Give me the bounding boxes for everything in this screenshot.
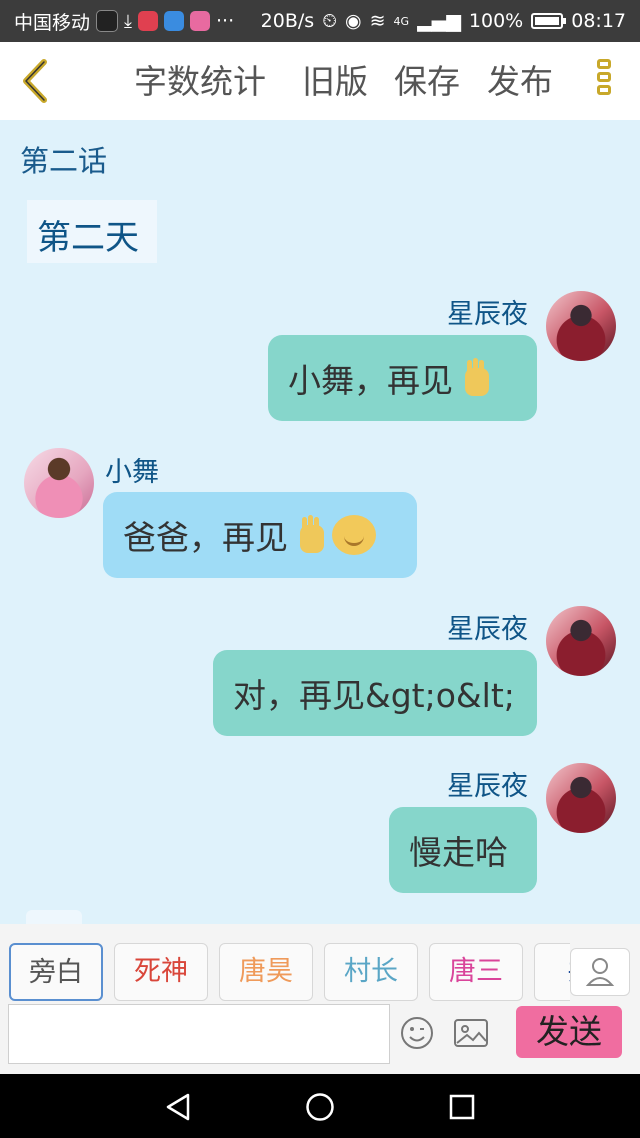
browser-app-icon — [163, 11, 184, 31]
character-button[interactable]: 死神 — [114, 943, 208, 1001]
wave-hand-icon — [294, 515, 328, 555]
avatar[interactable] — [546, 606, 616, 676]
status-right: 20B/s ⏲ ◉ ≋ 4G ▂▄▆ 100% 08:17 — [261, 0, 626, 42]
more-notifications: ··· — [215, 10, 235, 32]
nav-back-icon[interactable] — [164, 1092, 192, 1122]
status-bar: 中国移动 ⤓ ··· 20B/s ⏲ ◉ ≋ 4G ▂▄▆ 100% 08:17 — [0, 0, 640, 42]
message-text: 慢走哈 — [409, 833, 508, 872]
video-app-icon — [189, 11, 210, 31]
eye-icon: ◉ — [345, 10, 362, 32]
character-button[interactable]: 旁白 — [9, 943, 103, 1001]
partial-day-box — [26, 910, 82, 924]
add-character-button[interactable] — [570, 948, 630, 996]
chat-bubble[interactable]: 对，再见&gt;o&lt; — [213, 650, 537, 736]
publish-button[interactable]: 发布 — [487, 62, 553, 102]
battery-icon — [531, 13, 567, 29]
character-label: 死神 — [134, 956, 188, 987]
message-text: 小舞，再见 — [288, 361, 453, 400]
chat-bubble[interactable]: 爸爸，再见 — [103, 492, 417, 578]
battery-percent: 100% — [468, 10, 524, 32]
avatar[interactable] — [546, 291, 616, 361]
message-sender: 星辰夜 — [447, 771, 528, 802]
save-button[interactable]: 保存 — [394, 62, 460, 102]
wave-hand-icon — [459, 358, 493, 398]
character-button[interactable]: 唐昊 — [219, 943, 313, 1001]
character-label: 旁白 — [29, 957, 83, 988]
chat-bubble[interactable]: 慢走哈 — [389, 807, 537, 893]
day-label: 第二天 — [37, 218, 139, 258]
music-app-icon — [137, 11, 158, 31]
avatar[interactable] — [546, 763, 616, 833]
signal-icon: ▂▄▆ — [417, 10, 461, 32]
message-sender: 小舞 — [105, 457, 159, 488]
status-left: 中国移动 ⤓ ··· — [14, 0, 234, 42]
system-nav-bar — [0, 1074, 640, 1138]
chapter-title: 第二话 — [20, 144, 108, 178]
download-icon: ⤓ — [124, 10, 132, 32]
chat-bubble[interactable]: 小舞，再见 — [268, 335, 537, 421]
message-text: 对，再见&gt;o&lt; — [233, 676, 515, 715]
message-sender: 星辰夜 — [447, 299, 528, 330]
back-arrow-icon[interactable] — [16, 58, 56, 104]
send-button[interactable]: 发送 — [516, 1006, 622, 1058]
nav-recents-icon[interactable] — [448, 1093, 476, 1121]
character-button[interactable]: 唐三 — [429, 943, 523, 1001]
network-type: 4G — [393, 14, 410, 28]
wifi-icon: ≋ — [369, 10, 386, 32]
clock: 08:17 — [571, 10, 626, 32]
image-icon[interactable] — [453, 1018, 489, 1048]
carrier-label: 中国移动 — [14, 11, 91, 34]
smile-icon — [332, 515, 376, 555]
word-count-button[interactable]: 字数统计 — [134, 62, 266, 102]
user-icon — [585, 958, 615, 986]
avatar[interactable] — [24, 448, 94, 518]
message-sender: 星辰夜 — [447, 614, 528, 645]
character-label: 村长 — [344, 956, 398, 987]
emoji-icon[interactable] — [400, 1016, 434, 1050]
nav-home-icon[interactable] — [305, 1092, 335, 1122]
old-version-button[interactable]: 旧版 — [302, 62, 368, 102]
network-speed: 20B/s — [260, 10, 315, 32]
editor-header: 字数统计 旧版 保存 发布 — [0, 42, 640, 120]
character-selector: 旁白 死神 唐昊 村长 唐三 共 — [0, 943, 570, 1003]
character-label: 唐三 — [449, 956, 503, 987]
character-label: 唐昊 — [239, 956, 293, 987]
character-button[interactable]: 村长 — [324, 943, 418, 1001]
app-notification-icon — [96, 10, 119, 32]
alarm-icon: ⏲ — [322, 10, 338, 32]
message-text: 爸爸，再见 — [123, 518, 288, 557]
more-menu-icon[interactable] — [592, 56, 616, 108]
character-button[interactable]: 共 — [534, 943, 570, 1001]
message-input[interactable] — [8, 1004, 390, 1064]
